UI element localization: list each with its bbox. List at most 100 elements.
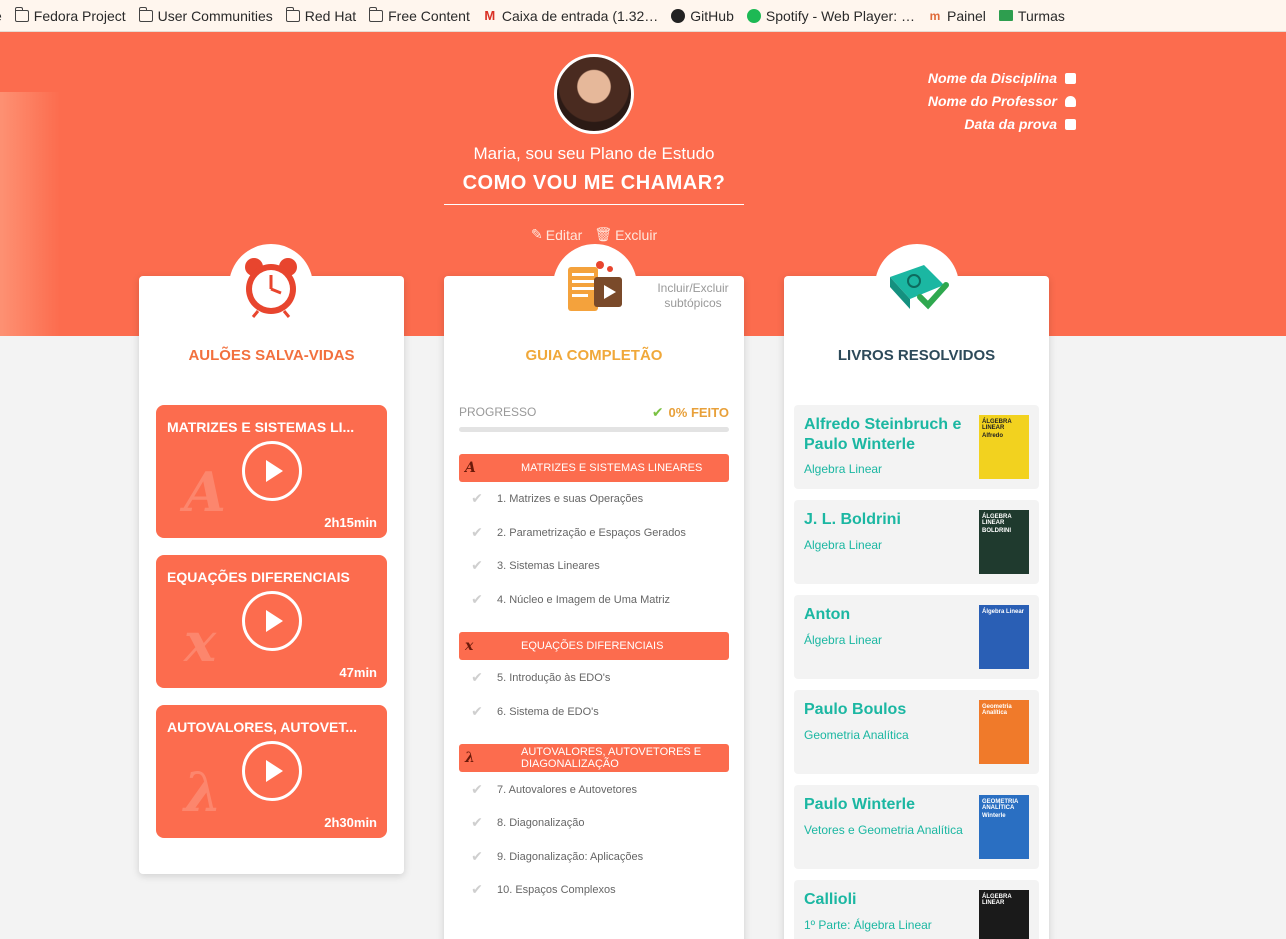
avatar[interactable] — [554, 54, 634, 134]
bookmark-item[interactable]: GitHub — [671, 8, 734, 24]
bookmark-label: e — [0, 8, 2, 24]
book-author: Anton — [804, 606, 851, 623]
checkmark-icon[interactable]: ✔ — [469, 814, 485, 831]
exam-date-link[interactable]: Data da prova — [928, 113, 1076, 136]
checkmark-icon[interactable]: ✔ — [469, 524, 485, 541]
guide-topic-item[interactable]: ✔ 6. Sistema de EDO's — [469, 703, 729, 720]
discipline-name-link[interactable]: Nome da Disciplina — [928, 67, 1076, 90]
checkmark-icon[interactable]: ✔ — [469, 557, 485, 574]
book-cover-image[interactable]: Álgebra Linear — [979, 605, 1029, 669]
calendar-icon — [1065, 119, 1076, 130]
checkmark-icon[interactable]: ✔ — [469, 848, 485, 865]
video-tile[interactable]: λ AUTOVALORES, AUTOVET... 2h30min — [156, 705, 387, 838]
header-decoration — [0, 92, 60, 336]
guide-topic-item[interactable]: ✔ 2. Parametrização e Espaços Gerados — [469, 524, 729, 541]
play-icon[interactable] — [242, 441, 302, 501]
bookmark-label: Painel — [947, 7, 986, 24]
video-duration: 47min — [339, 665, 377, 680]
book-cover-image[interactable]: Geometria Analítica — [979, 700, 1029, 764]
book-item[interactable]: Anton Álgebra Linear Álgebra Linear — [794, 595, 1039, 679]
checkmark-icon[interactable]: ✔ — [469, 781, 485, 798]
video-duration: 2h15min — [324, 515, 377, 530]
guide-topic-item[interactable]: ✔ 10. Espaços Complexos — [469, 881, 729, 898]
plan-name-field[interactable]: COMO VOU ME CHAMAR? — [444, 172, 744, 205]
book-cover-image[interactable]: GEOMETRIA ANALÍTICA Winterle — [979, 795, 1029, 859]
bookmark-label: Caixa de entrada (1.32… — [501, 7, 659, 24]
bookmark-item[interactable]: Free Content — [369, 6, 470, 24]
bookmark-item[interactable]: Red Hat — [285, 6, 356, 24]
book-cover-subtitle: BOLDRINI — [982, 528, 1011, 534]
book-cover-title: Geometria Analítica — [982, 704, 1012, 716]
bookmark-label: User Communities — [157, 7, 273, 24]
bookmark-item[interactable]: e — [0, 8, 2, 24]
book-item[interactable]: Callioli 1º Parte: Álgebra Linear ÁLGEBRA … — [794, 880, 1039, 939]
topic-label: 9. Diagonalização: Aplicações — [497, 850, 644, 863]
checkmark-icon[interactable]: ✔ — [469, 490, 485, 507]
guide-section-header[interactable]: x EQUAÇÕES DIFERENCIAIS — [459, 632, 729, 660]
video-title: AUTOVALORES, AUTOVET... — [167, 719, 358, 735]
book-subject: 1º Parte: Álgebra Linear — [804, 918, 932, 932]
guide-topic-item[interactable]: ✔ 8. Diagonalização — [469, 814, 729, 831]
progress-value: ✔ 0% FEITO — [651, 404, 729, 420]
plan-actions: ✎ Editar 🗑 Excluir — [531, 226, 657, 243]
bookmark-item[interactable]: Spotify - Web Player: … — [746, 7, 915, 24]
plan-intro-text: Maria, sou seu Plano de Estudo — [473, 144, 715, 163]
pencil-icon: ✎ — [531, 226, 543, 242]
book-cover-image[interactable]: ÁLGEBRA LINEAR Alfredo — [979, 415, 1029, 479]
video-symbol: A — [184, 460, 226, 524]
include-subtopics-button[interactable]: Incluir/Excluir subtópicos — [648, 281, 738, 311]
book-subject: Algebra Linear — [804, 462, 883, 476]
guide-topic-item[interactable]: ✔ 3. Sistemas Lineares — [469, 557, 729, 574]
professor-name-link[interactable]: Nome do Professor — [928, 90, 1076, 113]
book-item[interactable]: Paulo Winterle Vetores e Geometria Analít… — [794, 785, 1039, 869]
topic-label: 1. Matrizes e suas Operações — [497, 492, 644, 505]
delete-button[interactable]: 🗑 Excluir — [594, 226, 657, 243]
edit-button[interactable]: ✎ Editar — [531, 226, 582, 243]
study-guide-icon — [553, 244, 637, 328]
video-title: MATRIZES E SISTEMAS LI... — [167, 419, 355, 435]
book-author: Alfredo Steinbruch e Paulo Winterle — [804, 416, 962, 453]
book-item[interactable]: Alfredo Steinbruch e Paulo Winterle Algeb… — [794, 405, 1039, 489]
guide-topic-item[interactable]: ✔ 5. Introdução às EDO's — [469, 669, 729, 686]
guide-topic-item[interactable]: ✔ 1. Matrizes e suas Operações — [469, 490, 729, 507]
guide-topic-item[interactable]: ✔ 9. Diagonalização: Aplicações — [469, 848, 729, 865]
bookmark-label: Fedora Project — [33, 7, 126, 24]
section-title: EQUAÇÕES DIFERENCIAIS — [521, 640, 664, 652]
folder-icon — [369, 6, 384, 22]
topic-label: 7. Autovalores e Autovetores — [497, 783, 638, 796]
topic-label: 10. Espaços Complexos — [497, 883, 616, 896]
bookmark-label: Spotify - Web Player: … — [765, 7, 915, 24]
book-cover-image[interactable]: ÁLGEBRA LINEAR BOLDRINI — [979, 510, 1029, 574]
guide-card: Incluir/Excluir subtópicos GUIA COMPLETÃ… — [444, 244, 744, 939]
book-cover-title: ÁLGEBRA LINEAR — [982, 514, 1012, 526]
guide-section-header[interactable]: A MATRIZES E SISTEMAS LINEARES — [459, 454, 729, 482]
guide-topic-item[interactable]: ✔ 4. Núcleo e Imagem de Uma Matriz — [469, 591, 729, 608]
check-icon: ✔ — [651, 404, 664, 420]
play-icon[interactable] — [242, 591, 302, 651]
checkmark-icon[interactable]: ✔ — [469, 591, 485, 608]
progress-label: PROGRESSO — [459, 405, 537, 419]
section-symbol: x — [465, 638, 474, 654]
guide-topic-item[interactable]: ✔ 7. Autovalores e Autovetores — [469, 781, 729, 798]
bookmark-item[interactable]: User Communities — [138, 6, 273, 24]
video-title: EQUAÇÕES DIFERENCIAIS — [167, 569, 350, 585]
trash-icon: 🗑 — [594, 226, 613, 242]
topic-label: 3. Sistemas Lineares — [497, 559, 600, 572]
book-cover-image[interactable]: ÁLGEBRA LINEAR — [979, 890, 1029, 939]
video-tile[interactable]: x EQUAÇÕES DIFERENCIAIS 47min — [156, 555, 387, 688]
book-item[interactable]: J. L. Boldrini Algebra Linear ÁLGEBRA LINE… — [794, 500, 1039, 584]
video-duration: 2h30min — [324, 815, 377, 830]
play-icon[interactable] — [242, 741, 302, 801]
checkmark-icon[interactable]: ✔ — [469, 669, 485, 686]
video-tile[interactable]: A MATRIZES E SISTEMAS LI... 2h15min — [156, 405, 387, 538]
bookmark-item[interactable]: M Caixa de entrada (1.32… — [483, 8, 658, 24]
bookmark-item[interactable]: Fedora Project — [14, 6, 126, 24]
checkmark-icon[interactable]: ✔ — [469, 881, 485, 898]
spotify-icon — [746, 8, 761, 23]
bookmark-item[interactable]: m Painel — [928, 8, 986, 24]
bookmarks-bar: e Fedora Project User Communities Red Hat Fr… — [0, 0, 1286, 32]
checkmark-icon[interactable]: ✔ — [469, 703, 485, 720]
book-item[interactable]: Paulo Boulos Geometria Analítica Geometria… — [794, 690, 1039, 774]
guide-section-header[interactable]: λ AUTOVALORES, AUTOVETORES E DIAGONALIZAÇ… — [459, 744, 729, 772]
bookmark-item[interactable]: Turmas — [998, 8, 1065, 24]
